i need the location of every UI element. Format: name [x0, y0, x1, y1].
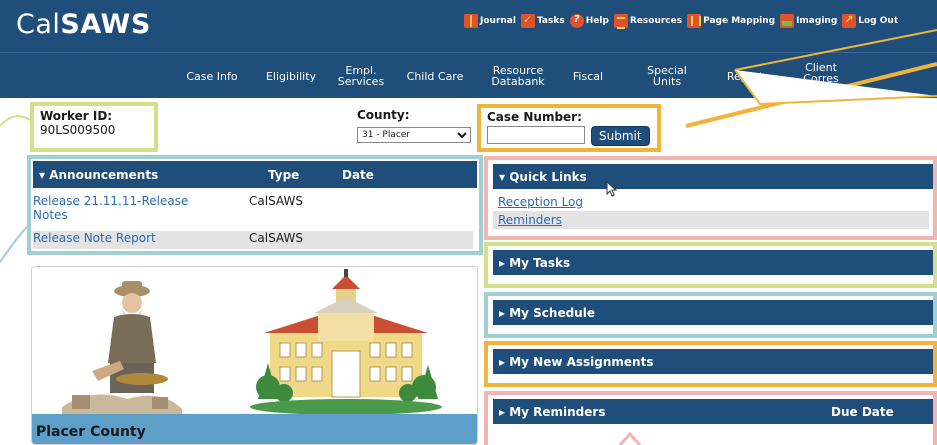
submit-button[interactable]: Submit — [591, 126, 650, 146]
nav-eligibility[interactable]: Eligibility — [258, 53, 324, 99]
help-link[interactable]: Help — [569, 14, 609, 28]
quick-links-panel: ▾ Quick Links Reception Log Reminders — [484, 156, 937, 240]
help-icon — [569, 14, 584, 28]
main-nav: Case Info Eligibility Empl. Services Chi… — [0, 52, 937, 98]
county-image-panel: Placer County — [31, 266, 478, 445]
worker-callout-line — [0, 115, 31, 127]
announcement-type: CalSAWS — [249, 194, 303, 208]
my-schedule-panel: ▸ My Schedule — [484, 292, 937, 338]
tasks-label: Tasks — [536, 16, 565, 26]
page-mapping-icon — [687, 14, 702, 28]
log-out-label: Log Out — [858, 16, 899, 26]
case-number-label: Case Number: — [487, 110, 582, 124]
resources-icon — [613, 14, 628, 29]
case-number-box: Case Number: Submit — [477, 104, 661, 152]
journal-label: Journal — [480, 16, 516, 26]
top-header: CalSAWS Journal Tasks Help Resources Pag… — [0, 0, 937, 52]
imaging-icon — [780, 14, 795, 28]
imaging-link[interactable]: Imaging — [780, 14, 837, 28]
my-reminders-title-text: My Reminders — [509, 405, 606, 419]
quick-link-reminders[interactable]: Reminders — [498, 213, 562, 227]
county-section: County: 31 - Placer — [357, 108, 471, 143]
announcements-col-date[interactable]: Date — [342, 168, 374, 182]
nav-fiscal[interactable]: Fiscal — [568, 53, 608, 99]
announcement-link-release-note-report[interactable]: Release Note Report — [33, 231, 156, 245]
quick-links-title-text: Quick Links — [509, 170, 587, 184]
my-tasks-panel: ▸ My Tasks — [484, 242, 937, 288]
my-tasks-title-text: My Tasks — [509, 256, 571, 270]
logo-prefix: Cal — [16, 9, 61, 40]
nav-empl-services[interactable]: Empl. Services — [336, 53, 386, 99]
announcement-title-line1: Release 21.11.11-Release — [33, 194, 189, 208]
journal-icon — [464, 14, 478, 28]
gold-prospector-illustration — [62, 281, 182, 417]
announcement-link-release-notes[interactable]: Release 21.11.11-Release Notes — [33, 194, 188, 222]
case-number-row: Submit — [487, 126, 651, 146]
table-row: Release Note Report CalSAWS — [33, 231, 473, 249]
resources-link[interactable]: Resources — [613, 14, 683, 29]
tasks-icon — [520, 13, 535, 28]
nav-case-info[interactable]: Case Info — [180, 53, 244, 99]
nav-special-units[interactable]: Special Units — [644, 53, 690, 99]
quick-links-title: ▾ Quick Links — [499, 170, 587, 184]
my-tasks-title: ▸ My Tasks — [499, 256, 571, 270]
announcement-type: CalSAWS — [249, 231, 303, 245]
quick-link-reception-log[interactable]: Reception Log — [498, 195, 583, 209]
announcements-title-text: Announcements — [49, 168, 159, 182]
quick-links-header[interactable]: ▾ Quick Links — [493, 164, 933, 189]
announcements-col-type[interactable]: Type — [268, 168, 299, 182]
resources-label: Resources — [629, 16, 683, 26]
my-schedule-title-text: My Schedule — [509, 306, 595, 320]
header-links: Journal Tasks Help Resources Page Mappin… — [464, 13, 899, 29]
imaging-label: Imaging — [796, 16, 838, 26]
log-out-link[interactable]: Log Out — [842, 13, 899, 28]
nav-reports[interactable]: Reports — [720, 53, 776, 99]
table-row: Release 21.11.11-Release Notes CalSAWS — [33, 194, 473, 228]
calsaws-logo[interactable]: CalSAWS — [16, 9, 151, 40]
announcements-panel: ▾ Announcements Type Date Release 21.11.… — [27, 155, 483, 255]
my-schedule-header[interactable]: ▸ My Schedule — [493, 300, 933, 325]
my-tasks-header[interactable]: ▸ My Tasks — [493, 250, 933, 275]
log-out-icon — [842, 13, 857, 28]
worker-id-label: Worker ID: — [40, 109, 113, 123]
nav-client-corres[interactable]: Client Corres — [792, 53, 850, 93]
my-schedule-title: ▸ My Schedule — [499, 306, 595, 320]
county-label: County: — [357, 108, 410, 122]
worker-id-value: 90LS009500 — [40, 123, 116, 137]
help-label: Help — [585, 16, 609, 26]
my-new-assignments-title: ▸ My New Assignments — [499, 355, 654, 369]
page-mapping-link[interactable]: Page Mapping — [687, 14, 775, 28]
county-select[interactable]: 31 - Placer — [357, 127, 471, 143]
page-mapping-label: Page Mapping — [703, 16, 776, 26]
announcements-header[interactable]: ▾ Announcements Type Date — [33, 161, 477, 188]
my-new-assignments-title-text: My New Assignments — [509, 355, 654, 369]
my-reminders-title: ▸ My Reminders — [499, 405, 606, 419]
journal-link[interactable]: Journal — [464, 14, 516, 28]
worker-id-box: Worker ID: 90LS009500 — [30, 102, 158, 152]
case-number-input[interactable] — [487, 126, 585, 144]
my-new-assignments-panel: ▸ My New Assignments — [484, 341, 937, 387]
tasks-link[interactable]: Tasks — [520, 13, 565, 28]
county-image-caption: Placer County — [36, 424, 146, 440]
my-reminders-header[interactable]: ▸ My Reminders Due Date — [493, 399, 933, 424]
my-new-assignments-header[interactable]: ▸ My New Assignments — [493, 349, 933, 374]
nav-child-care[interactable]: Child Care — [404, 53, 466, 99]
my-reminders-panel: ▸ My Reminders Due Date — [484, 391, 937, 445]
reminders-col-due-date[interactable]: Due Date — [831, 405, 894, 419]
announcements-title: ▾ Announcements — [39, 168, 159, 182]
mouse-cursor-icon — [606, 181, 618, 197]
announcement-title-line2: Notes — [33, 208, 68, 222]
courthouse-illustration — [250, 269, 442, 415]
announcements-callout-line — [0, 225, 29, 263]
logo-bold: SAWS — [60, 9, 151, 40]
nav-resource-databank[interactable]: Resource Databank — [488, 53, 548, 99]
